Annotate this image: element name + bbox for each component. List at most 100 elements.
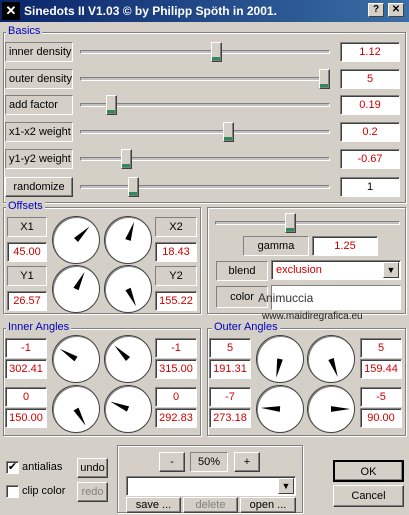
inner-rt-angle[interactable]: 315.00 [155, 359, 197, 379]
add-factor-value[interactable]: 0.19 [340, 95, 400, 115]
inner-density-label: inner density [5, 42, 73, 62]
y2-value[interactable]: 155.22 [155, 291, 197, 311]
offset-y2-dial[interactable] [104, 265, 152, 313]
basics-group-label: Basics [6, 25, 43, 37]
inner-rb-dial[interactable] [104, 385, 152, 433]
add-factor-slider-thumb[interactable] [106, 95, 118, 115]
outer-lt-dial[interactable] [256, 335, 304, 383]
delete-button[interactable]: delete [183, 497, 238, 513]
outer-lb-dial[interactable] [256, 385, 304, 433]
zoom-out-button[interactable]: - [159, 452, 185, 472]
redo-button[interactable]: redo [77, 482, 108, 502]
zoom-in-button[interactable]: + [234, 452, 260, 472]
randomize-slider-track[interactable] [80, 185, 330, 189]
inner-density-value[interactable]: 1.12 [340, 42, 400, 62]
offsets-group-label: Offsets [6, 200, 45, 212]
x2-value[interactable]: 18.43 [155, 242, 197, 262]
x2-label: X2 [155, 217, 197, 237]
close-button[interactable]: ✕ [388, 3, 404, 17]
y1-y2-weight-slider-track[interactable] [80, 157, 330, 161]
clipcolor-label: clip color [22, 485, 66, 497]
outer-lb-count[interactable]: -7 [209, 387, 251, 407]
outer-lb-angle[interactable]: 273.18 [209, 408, 251, 428]
x1-x2-weight-slider-thumb[interactable] [223, 122, 235, 142]
dial-needle [260, 406, 281, 412]
ok-button[interactable]: OK [333, 460, 404, 482]
offset-x2-dial[interactable] [104, 216, 152, 264]
outer-rb-count[interactable]: -5 [360, 387, 402, 407]
inner-lb-dial[interactable] [52, 385, 100, 433]
randomize-button[interactable]: randomize [5, 177, 73, 197]
outer-density-slider-thumb[interactable] [319, 69, 330, 89]
inner-density-slider-track[interactable] [80, 50, 330, 54]
add-factor-slider-track[interactable] [80, 103, 330, 107]
blend-label: blend [216, 261, 268, 281]
gamma-value[interactable]: 1.25 [312, 236, 378, 256]
dial-needle [73, 226, 90, 243]
outer-lt-angle[interactable]: 191.31 [209, 359, 251, 379]
inner-rt-dial[interactable] [104, 335, 152, 383]
outer-density-value[interactable]: 5 [340, 69, 400, 89]
blend-select[interactable]: exclusion ▼ [271, 260, 401, 280]
blend-select-value: exclusion [276, 264, 322, 276]
inner-density-slider-thumb[interactable] [211, 42, 223, 62]
outer-lt-count[interactable]: 5 [209, 338, 251, 358]
offset-x1-dial[interactable] [52, 216, 100, 264]
outer-rb-angle[interactable]: 90.00 [360, 408, 402, 428]
chevron-down-icon[interactable]: ▼ [383, 262, 399, 278]
dial-needle [73, 271, 85, 291]
y1-label: Y1 [7, 266, 47, 286]
x1-x2-weight-slider-track[interactable] [80, 130, 330, 134]
y2-label: Y2 [155, 266, 197, 286]
dial-needle [276, 358, 283, 378]
y1-value[interactable]: 26.57 [7, 291, 47, 311]
outer-density-label: outer density [5, 69, 73, 89]
undo-button[interactable]: undo [77, 458, 108, 478]
inner-lt-count[interactable]: -1 [5, 338, 47, 358]
inner-lt-angle[interactable]: 302.41 [5, 359, 47, 379]
outer-density-slider-track[interactable] [80, 77, 330, 81]
dial-needle [73, 407, 86, 426]
inner-lb-angle[interactable]: 150.00 [5, 408, 47, 428]
help-button[interactable]: ? [368, 3, 384, 17]
inner-lt-dial[interactable] [52, 335, 100, 383]
dial-needle [110, 401, 130, 412]
title-bar: ✕ Sinedots II V1.03 © by Philipp Spöth i… [0, 0, 409, 22]
offset-y1-dial[interactable] [52, 265, 100, 313]
add-factor-label: add factor [5, 95, 73, 115]
randomize-value[interactable]: 1 [340, 177, 400, 197]
outer-rb-dial[interactable] [307, 385, 355, 433]
cancel-button[interactable]: Cancel [333, 485, 404, 507]
x1-value[interactable]: 45.00 [7, 242, 47, 262]
inner-angles-group-label: Inner Angles [6, 321, 72, 333]
gamma-label: gamma [243, 236, 309, 256]
preset-select[interactable]: ▼ [126, 476, 296, 496]
x1-x2-weight-label: x1-x2 weight [5, 122, 73, 142]
outer-rt-angle[interactable]: 159.44 [360, 359, 402, 379]
antialias-checkbox[interactable]: ✔ [6, 461, 19, 474]
y1-y2-weight-slider-thumb[interactable] [120, 149, 132, 169]
save-button[interactable]: save ... [126, 497, 181, 513]
gamma-slider-track[interactable] [215, 221, 400, 225]
randomize-slider-thumb[interactable] [127, 177, 139, 197]
inner-rb-count[interactable]: 0 [155, 387, 197, 407]
inner-rt-count[interactable]: -1 [155, 338, 197, 358]
gamma-slider-thumb[interactable] [284, 213, 296, 233]
clipcolor-checkbox[interactable] [6, 485, 19, 498]
open-button[interactable]: open ... [240, 497, 296, 513]
watermark-text: Animuccia [258, 291, 314, 305]
dial-needle [114, 345, 131, 362]
dial-needle [125, 287, 137, 307]
app-logo-icon: ✕ [2, 2, 20, 20]
dial-needle [331, 406, 351, 412]
dial-needle [328, 357, 338, 377]
y1-y2-weight-value[interactable]: -0.67 [340, 149, 400, 169]
outer-rt-dial[interactable] [307, 335, 355, 383]
x1-x2-weight-value[interactable]: 0.2 [340, 122, 400, 142]
x1-label: X1 [7, 217, 47, 237]
inner-lb-count[interactable]: 0 [5, 387, 47, 407]
chevron-down-icon[interactable]: ▼ [278, 478, 294, 494]
inner-rb-angle[interactable]: 292.83 [155, 408, 197, 428]
outer-rt-count[interactable]: 5 [360, 338, 402, 358]
antialias-label: antialias [22, 461, 63, 473]
